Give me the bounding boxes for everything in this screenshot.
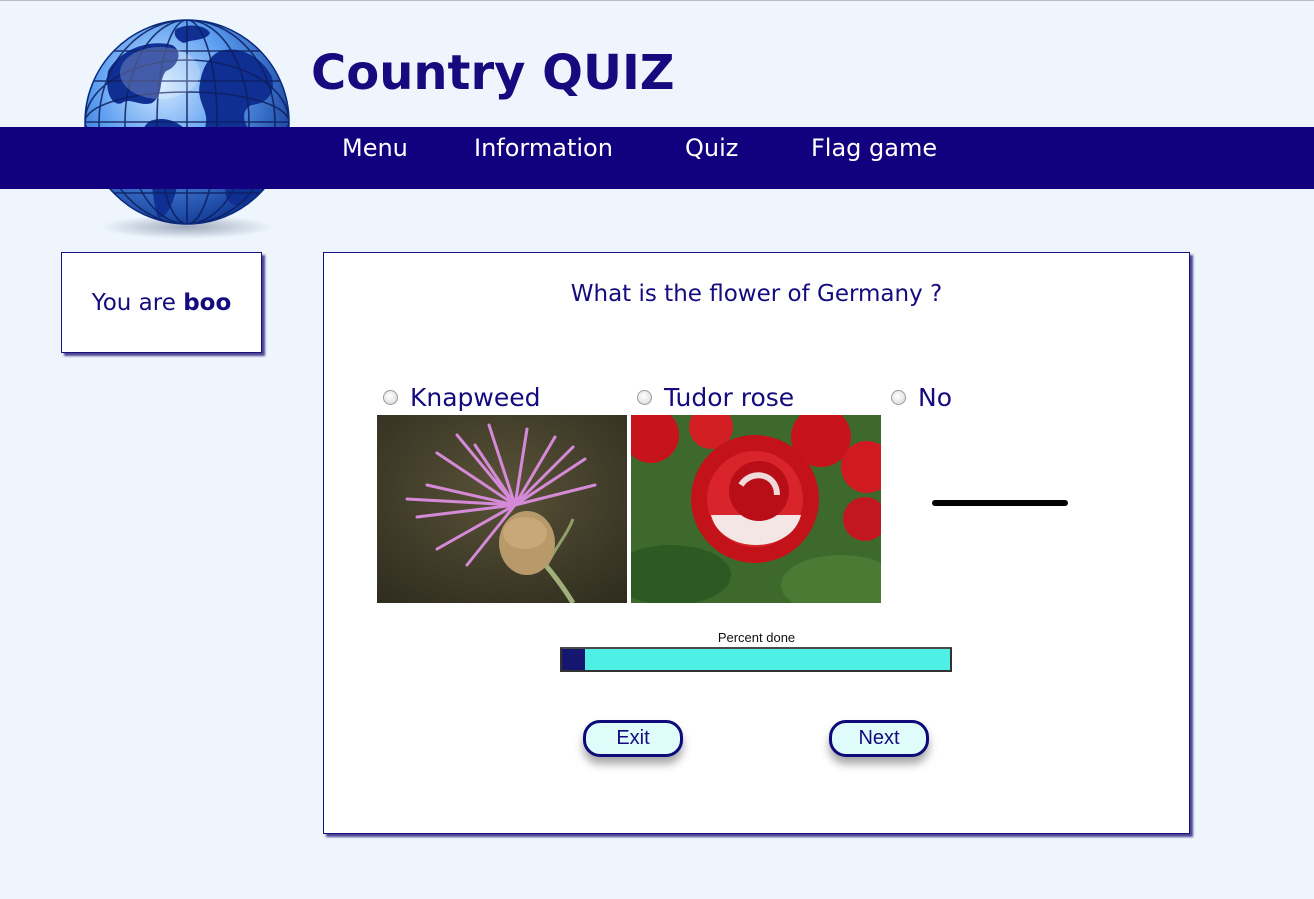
option-label-no: No [918,382,952,412]
option-label-knapweed: Knapweed [410,382,541,412]
red-rose-image[interactable] [631,415,881,603]
option-radio-tudor-rose[interactable] [637,389,652,405]
option-radio-knapweed[interactable] [383,389,398,405]
quiz-panel: What is the flower of Germany ? Knapweed [323,252,1190,834]
progress-bar [560,647,952,672]
site-title: Country QUIZ [311,45,675,101]
nav-bar [0,127,1314,189]
exit-button[interactable]: Exit [583,720,683,757]
progress-caption: Percent done [717,630,796,645]
option-tudor-rose[interactable]: Tudor rose [637,381,794,413]
dash-line-image[interactable] [885,415,1135,603]
option-no[interactable]: No [891,381,952,413]
nav-item-flag-game[interactable]: Flag game [811,130,937,166]
option-radio-no[interactable] [891,389,906,405]
option-knapweed[interactable]: Knapweed [383,381,541,413]
nav-item-menu[interactable]: Menu [342,130,408,166]
next-button[interactable]: Next [829,720,929,757]
user-prefix: You are [91,289,176,316]
option-label-tudor-rose: Tudor rose [664,382,795,412]
nav-item-quiz[interactable]: Quiz [685,130,738,166]
question-text: What is the flower of Germany ? [570,281,943,307]
progress-fill [562,649,586,670]
user-box: You are boo [61,252,262,353]
user-name: boo [183,289,232,316]
knapweed-flower-image[interactable] [377,415,627,603]
nav-item-information[interactable]: Information [474,130,613,166]
